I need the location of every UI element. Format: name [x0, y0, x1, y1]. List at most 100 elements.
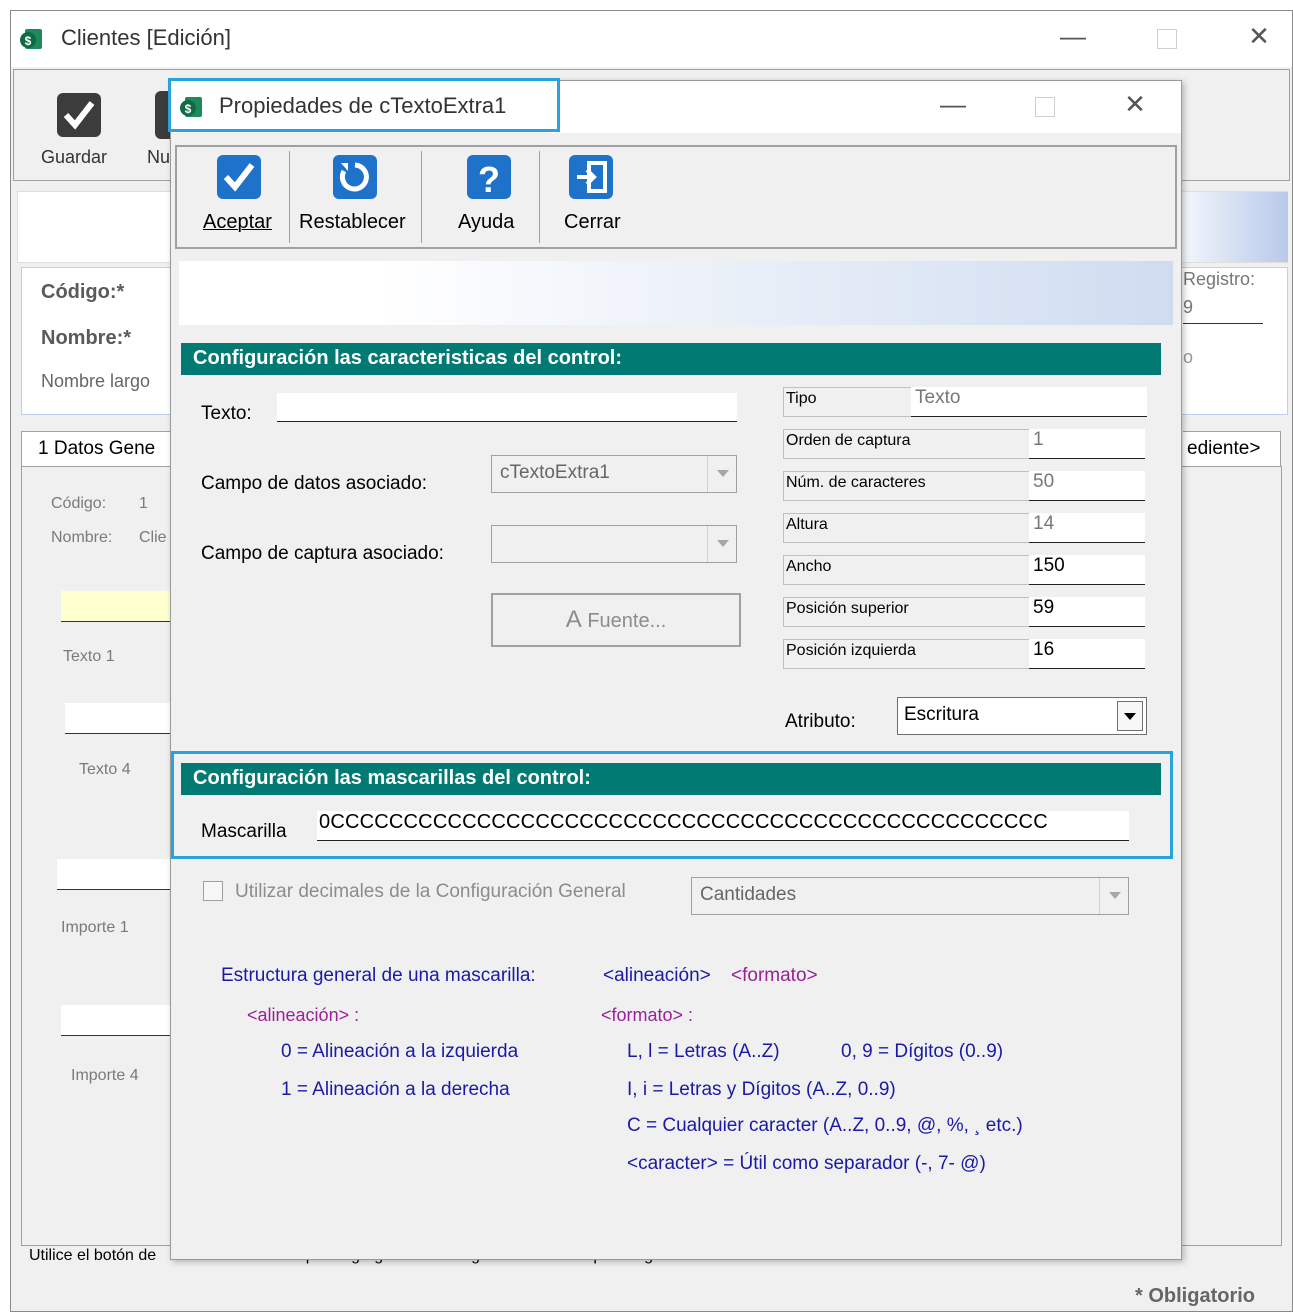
accept-icon[interactable] [215, 153, 263, 201]
cantidades-value: Cantidades [700, 884, 797, 905]
code-label: Código:* [41, 281, 125, 303]
mascarilla-input[interactable]: 0CCCCCCCCCCCCCCCCCCCCCCCCCCCCCCCCCCCCCCC… [317, 811, 1129, 841]
campo-captura-select[interactable] [491, 525, 737, 563]
tab-pendiente-label: ediente> [1187, 438, 1261, 459]
chevron-down-icon[interactable] [707, 456, 736, 492]
prop-label: Posición superior [783, 597, 1029, 627]
prop-value[interactable]: 16 [1029, 639, 1145, 669]
prop-label: Posición izquierda [783, 639, 1029, 669]
chevron-down-icon[interactable] [1117, 701, 1143, 731]
dialog-close-button[interactable]: ✕ [1113, 89, 1157, 120]
accept-button[interactable]: Aceptar [203, 211, 272, 234]
registro-label: Registro: [1183, 269, 1256, 289]
toolbar-divider [289, 151, 290, 243]
section2-header: Configuración las mascarillas del contro… [181, 763, 1161, 795]
info-code-value: 1 [139, 495, 148, 512]
texto1-field[interactable] [61, 591, 171, 622]
texto1-label: Texto 1 [63, 648, 115, 665]
minimize-button[interactable]: — [1051, 21, 1095, 52]
parent-title: Clientes [Edición] [61, 25, 231, 50]
decimales-label: Utilizar decimales de la Configuración G… [235, 881, 626, 902]
long-name-label: Nombre largo [41, 371, 151, 391]
registro-value: 9 [1183, 297, 1263, 324]
font-a-icon: A [565, 606, 582, 633]
prop-value: 50 [1029, 471, 1145, 501]
help-button[interactable]: Ayuda [458, 211, 514, 234]
importe4-field[interactable] [61, 1005, 171, 1036]
help-estructura: Estructura general de una mascarilla: [221, 965, 536, 986]
texto4-field[interactable] [65, 703, 171, 734]
prop-value: 1 [1029, 429, 1145, 459]
section1-header: Configuración las caracteristicas del co… [181, 343, 1161, 375]
help-formato-hdr: <formato> : [601, 1005, 694, 1025]
chevron-down-icon[interactable] [1099, 878, 1128, 914]
importe4-label: Importe 4 [71, 1067, 139, 1084]
campo-datos-select[interactable]: cTextoExtra1 [491, 455, 737, 493]
atributo-label: Atributo: [785, 711, 856, 732]
save-button-label[interactable]: Guardar [41, 147, 107, 168]
help-align1: 1 = Alineación a la derecha [281, 1079, 510, 1100]
mascarilla-label: Mascarilla [201, 821, 287, 842]
texto-label: Texto: [201, 403, 252, 424]
svg-text:?: ? [478, 159, 500, 200]
atributo-value: Escritura [904, 704, 979, 725]
help-fmt4: <caracter> = Útil como separador (-, 7- … [627, 1153, 986, 1174]
close-dialog-button[interactable]: Cerrar [564, 211, 621, 234]
help-alineacion-tag: <alineación> [603, 965, 711, 986]
tab-pendiente[interactable]: ediente> [1183, 431, 1281, 467]
help-align0: 0 = Alineación a la izquierda [281, 1041, 519, 1062]
help-alineacion-hdr: <alineación> : [247, 1005, 360, 1025]
parent-titlebar: $ Clientes [Edición] — ✕ [11, 11, 1292, 67]
save-icon[interactable] [55, 91, 103, 139]
toolbar-divider [421, 151, 422, 243]
atributo-select[interactable]: Escritura [897, 697, 1147, 735]
cantidades-select[interactable]: Cantidades [691, 877, 1129, 915]
info-name-label: Nombre: [51, 529, 113, 546]
help-fmt1a: L, l = Letras (A..Z) [627, 1041, 780, 1062]
decimales-checkbox[interactable] [203, 881, 223, 901]
title-highlight [168, 78, 560, 132]
prop-label: Orden de captura [783, 429, 1029, 459]
prop-value: 14 [1029, 513, 1145, 543]
prop-value[interactable]: 150 [1029, 555, 1145, 585]
fuente-label: Fuente... [587, 610, 667, 632]
help-fmt2: I, i = Letras y Dígitos (A..Z, 0..9) [627, 1079, 896, 1100]
info-name-value: Clie [139, 529, 167, 546]
reset-button[interactable]: Restablecer [299, 211, 406, 234]
importe1-label: Importe 1 [61, 919, 129, 936]
help-fmt1b: 0, 9 = Dígitos (0..9) [841, 1041, 1004, 1062]
texto-input[interactable] [277, 393, 737, 422]
prop-label: Ancho [783, 555, 1029, 585]
prop-label: Núm. de caracteres [783, 471, 1029, 501]
toolbar-divider [539, 151, 540, 243]
dialog-maximize-button[interactable] [1023, 93, 1067, 123]
campo-datos-value: cTextoExtra1 [500, 462, 610, 483]
campo-datos-label: Campo de datos asociado: [201, 473, 428, 494]
name-label: Nombre:* [41, 327, 132, 349]
prop-value: Texto [911, 387, 1147, 417]
tab-datos-label: 1 Datos Gene [38, 438, 156, 459]
help-fmt3: C = Cualquier caracter (A..Z, 0..9, @, %… [627, 1115, 1023, 1136]
campo-captura-label: Campo de captura asociado: [201, 543, 444, 564]
required-note: * Obligatorio [1135, 1285, 1255, 1307]
close-door-icon[interactable] [567, 153, 615, 201]
properties-dialog: $ Propiedades de cTextoExtra1 — ✕ Acepta… [170, 80, 1182, 1260]
reset-icon[interactable] [331, 153, 379, 201]
dialog-minimize-button[interactable]: — [931, 89, 975, 120]
svg-text:$: $ [25, 34, 32, 48]
prop-label: Altura [783, 513, 1029, 543]
close-button[interactable]: ✕ [1237, 21, 1281, 52]
app-icon: $ [19, 27, 43, 51]
new-button-label[interactable]: Nu [147, 147, 170, 168]
help-formato-tag: <formato> [731, 965, 818, 986]
importe1-field[interactable] [57, 859, 171, 890]
maximize-button[interactable] [1145, 25, 1189, 55]
prop-value[interactable]: 59 [1029, 597, 1145, 627]
chevron-down-icon[interactable] [707, 526, 736, 562]
fuente-button[interactable]: A Fuente... [491, 593, 741, 647]
tab-datos-generales[interactable]: 1 Datos Gene [21, 431, 181, 467]
help-icon[interactable]: ? [465, 153, 513, 201]
texto4-label: Texto 4 [79, 761, 131, 778]
info-code-label: Código: [51, 495, 107, 512]
side-text: o [1183, 347, 1194, 367]
